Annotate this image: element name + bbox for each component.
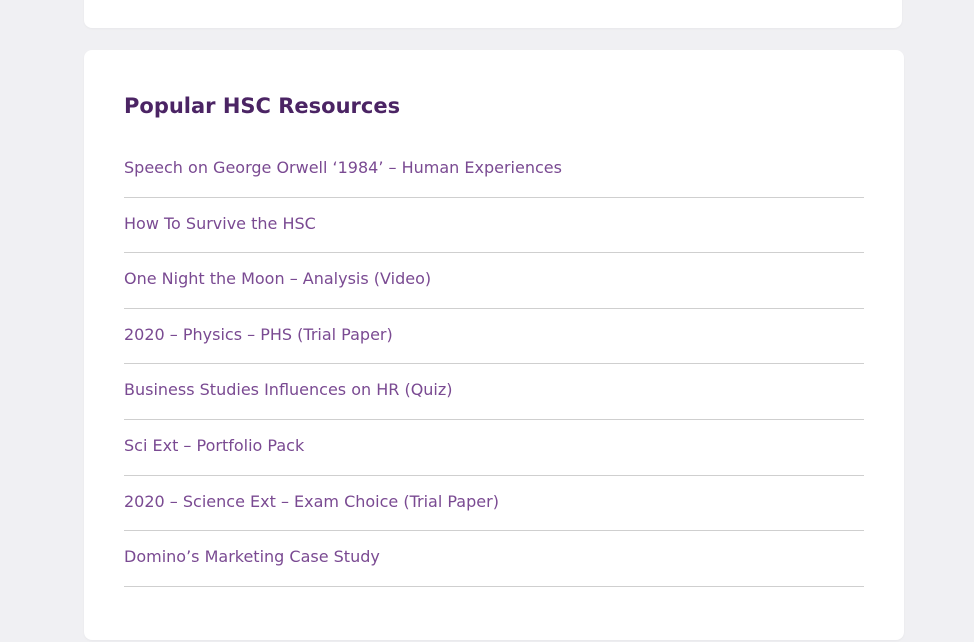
previous-widget-card <box>84 0 902 28</box>
resource-link[interactable]: Speech on George Orwell ‘1984’ – Human E… <box>124 158 562 177</box>
resource-link[interactable]: Business Studies Influences on HR (Quiz) <box>124 380 453 399</box>
list-item: 2020 – Physics – PHS (Trial Paper) <box>124 309 864 365</box>
list-item: Sci Ext – Portfolio Pack <box>124 420 864 476</box>
list-item: 2020 – Science Ext – Exam Choice (Trial … <box>124 476 864 532</box>
resource-link[interactable]: Domino’s Marketing Case Study <box>124 547 380 566</box>
resource-link[interactable]: 2020 – Science Ext – Exam Choice (Trial … <box>124 492 499 511</box>
popular-resources-widget: Popular HSC Resources Speech on George O… <box>84 50 904 640</box>
resource-list: Speech on George Orwell ‘1984’ – Human E… <box>124 142 864 587</box>
list-item: One Night the Moon – Analysis (Video) <box>124 253 864 309</box>
list-item: Domino’s Marketing Case Study <box>124 531 864 587</box>
list-item: Speech on George Orwell ‘1984’ – Human E… <box>124 142 864 198</box>
list-item: Business Studies Influences on HR (Quiz) <box>124 364 864 420</box>
list-item: How To Survive the HSC <box>124 198 864 254</box>
resource-link[interactable]: One Night the Moon – Analysis (Video) <box>124 269 431 288</box>
resource-link[interactable]: Sci Ext – Portfolio Pack <box>124 436 304 455</box>
resource-link[interactable]: 2020 – Physics – PHS (Trial Paper) <box>124 325 393 344</box>
widget-title: Popular HSC Resources <box>124 94 401 118</box>
resource-link[interactable]: How To Survive the HSC <box>124 214 316 233</box>
